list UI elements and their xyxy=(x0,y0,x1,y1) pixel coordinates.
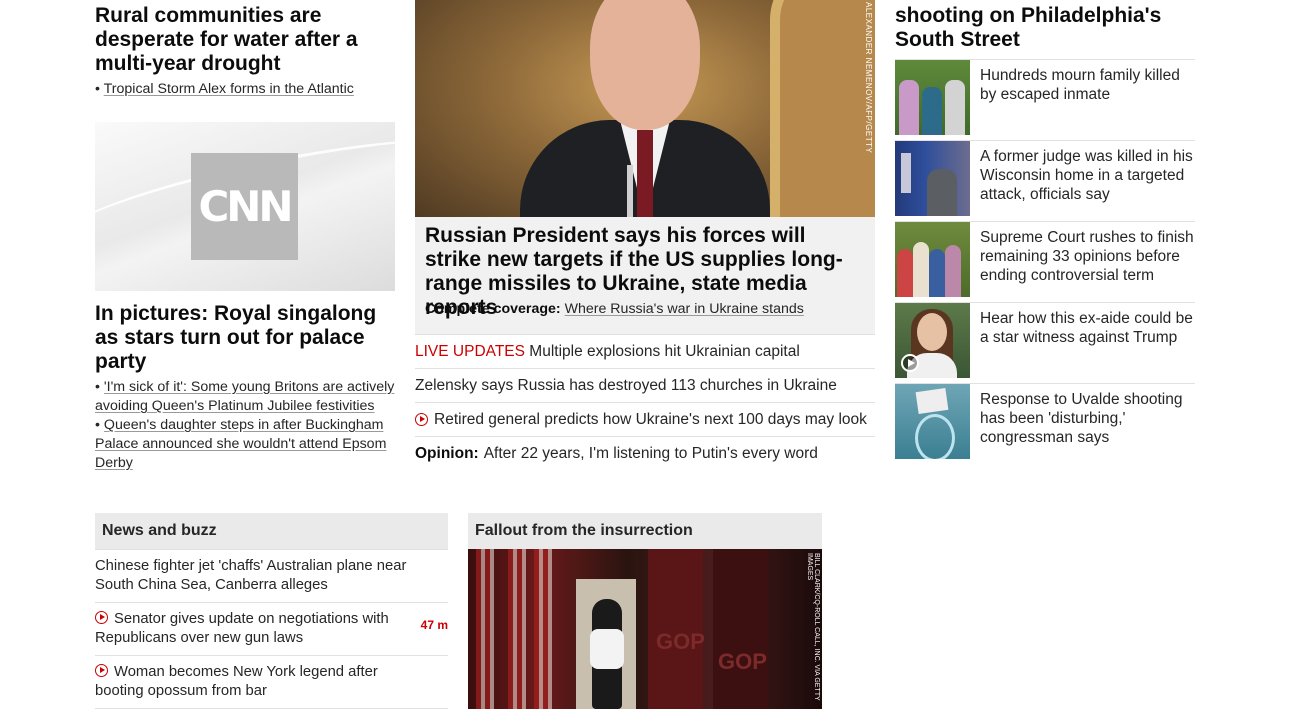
head-shape xyxy=(590,0,700,130)
bullet-item[interactable]: • 'I'm sick of it': Some young Britons a… xyxy=(95,378,395,416)
gop-text: GOP xyxy=(718,649,767,674)
live-updates-label: LIVE UPDATES xyxy=(415,342,525,360)
fallout-image[interactable]: GOP GOP BILL CLARK/CQ-ROLL CALL, INC. VI… xyxy=(468,549,822,709)
story-card[interactable]: Hundreds mourn family killed by escaped … xyxy=(895,59,1195,141)
story-headline-drought[interactable]: Rural communities are desperate for wate… xyxy=(95,4,395,76)
cnn-logo: CNN xyxy=(191,153,298,260)
story-headline-royal[interactable]: In pictures: Royal singalong as stars tu… xyxy=(95,302,395,374)
complete-coverage: Complete coverage: Where Russia's war in… xyxy=(425,301,865,317)
bullet-item[interactable]: • Queen's daughter steps in after Buckin… xyxy=(95,416,395,473)
hero-image[interactable]: ALEXANDER NEMENOV/AFP/GETTY xyxy=(415,0,875,217)
story-headline-philadelphia[interactable]: shooting on Philadelphia's South Street xyxy=(895,4,1195,52)
opinion-label: Opinion: xyxy=(415,444,479,462)
story-card-text: Response to Uvalde shooting has been 'di… xyxy=(980,391,1183,446)
story-card-text: A former judge was killed in his Wiscons… xyxy=(980,148,1193,203)
story-thumbnail xyxy=(895,384,970,459)
play-icon xyxy=(95,664,108,677)
story-thumbnail-royal[interactable]: CNN xyxy=(95,122,395,291)
play-icon xyxy=(95,611,108,624)
related-row[interactable]: Opinion: After 22 years, I'm listening to… xyxy=(415,436,875,470)
story-card-text: Hear how this ex-aide could be a star wi… xyxy=(980,310,1193,346)
story-card-text: Supreme Court rushes to finish remaining… xyxy=(980,229,1194,284)
tie-shape xyxy=(637,130,653,217)
bullet-item[interactable]: • Tropical Storm Alex forms in the Atlan… xyxy=(95,80,395,99)
story-thumbnail xyxy=(895,222,970,297)
section-title-news-and-buzz[interactable]: News and buzz xyxy=(95,513,448,549)
play-icon xyxy=(415,413,428,426)
story-thumbnail xyxy=(895,60,970,135)
story-thumbnail xyxy=(895,141,970,216)
gop-text: GOP xyxy=(656,629,705,654)
related-row[interactable]: Retired general predicts how Ukraine's n… xyxy=(415,402,875,436)
related-list: LIVE UPDATES Multiple explosions hit Ukr… xyxy=(415,334,875,470)
story-card[interactable]: Response to Uvalde shooting has been 'di… xyxy=(895,383,1195,465)
story-card[interactable]: A former judge was killed in his Wiscons… xyxy=(895,140,1195,222)
microphone-shape xyxy=(627,165,633,217)
story-thumbnail xyxy=(895,303,970,378)
timestamp: 47 m xyxy=(420,618,448,632)
bullet-list: • 'I'm sick of it': Some young Britons a… xyxy=(95,378,395,473)
chair-shape xyxy=(770,0,875,217)
section-title-fallout[interactable]: Fallout from the insurrection xyxy=(468,513,822,549)
list-item[interactable]: Woman becomes New York legend after boot… xyxy=(95,655,448,709)
related-row[interactable]: LIVE UPDATES Multiple explosions hit Ukr… xyxy=(415,334,875,368)
story-card[interactable]: Supreme Court rushes to finish remaining… xyxy=(895,221,1195,303)
image-credit: ALEXANDER NEMENOV/AFP/GETTY xyxy=(864,2,873,154)
related-row[interactable]: Zelensky says Russia has destroyed 113 c… xyxy=(415,368,875,402)
story-card[interactable]: Hear how this ex-aide could be a star wi… xyxy=(895,302,1195,384)
complete-coverage-label: Complete coverage: xyxy=(425,301,561,317)
list-item[interactable]: Chinese fighter jet 'chaffs' Australian … xyxy=(95,549,448,602)
complete-coverage-link[interactable]: Where Russia's war in Ukraine stands xyxy=(565,301,804,317)
bullet-list: • Tropical Storm Alex forms in the Atlan… xyxy=(95,80,395,99)
list-item[interactable]: Senator gives update on negotiations wit… xyxy=(95,602,448,655)
image-credit: BILL CLARK/CQ-ROLL CALL, INC. VIA GETTY … xyxy=(806,553,820,701)
story-card-text: Hundreds mourn family killed by escaped … xyxy=(980,67,1180,103)
play-icon[interactable] xyxy=(901,354,919,372)
